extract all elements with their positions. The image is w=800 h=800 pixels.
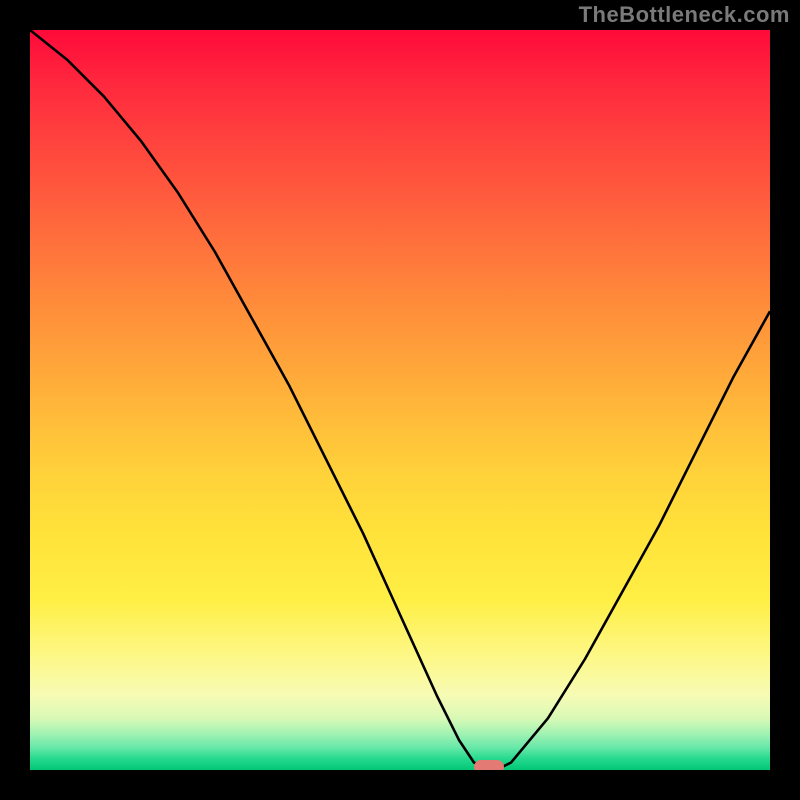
bottleneck-curve-path <box>30 30 770 770</box>
chart-frame: TheBottleneck.com <box>0 0 800 800</box>
watermark-text: TheBottleneck.com <box>579 2 790 28</box>
plot-area <box>30 30 770 770</box>
curve-svg <box>30 30 770 770</box>
optimal-point-marker <box>474 760 504 770</box>
